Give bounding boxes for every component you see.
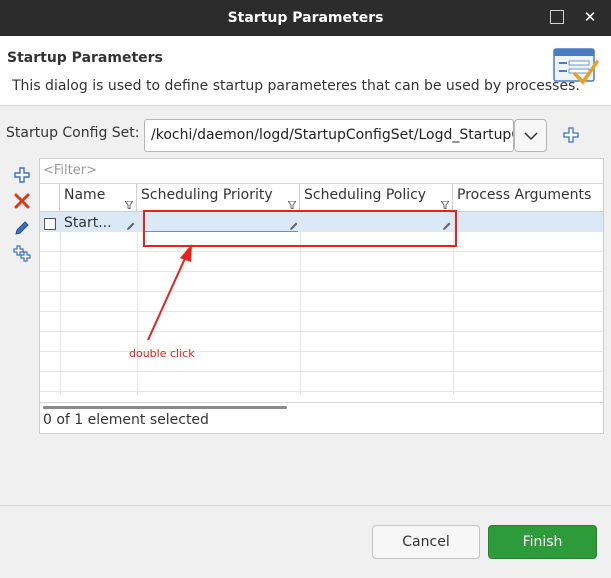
finish-button[interactable]: Finish xyxy=(488,525,597,559)
close-button[interactable]: ✕ xyxy=(580,6,600,28)
footer-divider xyxy=(0,505,611,506)
select-column-header xyxy=(40,184,60,212)
table-header: Name Scheduling Priority Scheduling Poli… xyxy=(40,184,603,212)
cell-process-arguments[interactable] xyxy=(455,213,601,232)
table-divider xyxy=(40,402,603,403)
header-description: This dialog is used to define startup pa… xyxy=(12,78,580,94)
delete-row-icon[interactable] xyxy=(13,192,31,210)
minimize-button[interactable] xyxy=(550,10,564,24)
add-row-icon[interactable] xyxy=(13,166,31,184)
column-header-label: Scheduling Policy xyxy=(304,187,427,203)
column-divider xyxy=(60,212,61,395)
header-title: Startup Parameters xyxy=(7,50,163,66)
filter-icon[interactable] xyxy=(441,201,449,209)
table-row-empty xyxy=(40,252,603,272)
table-row-empty xyxy=(40,292,603,312)
table-row-empty xyxy=(40,352,603,372)
annotation-text: double click xyxy=(129,347,195,360)
config-set-label: Startup Config Set: xyxy=(6,125,140,141)
chevron-down-icon xyxy=(523,131,538,140)
column-header-name[interactable]: Name xyxy=(60,184,137,212)
window-title: Startup Parameters xyxy=(227,10,384,26)
window-titlebar: Startup Parameters ✕ xyxy=(0,0,611,36)
filter-icon[interactable] xyxy=(288,201,296,209)
table-row-empty xyxy=(40,372,603,392)
edit-cell-icon[interactable] xyxy=(126,221,136,231)
column-header-label: Scheduling Priority xyxy=(141,187,273,203)
annotation-arrow-icon xyxy=(147,244,192,341)
column-header-scheduling-policy[interactable]: Scheduling Policy xyxy=(300,184,453,212)
table-row-empty xyxy=(40,332,603,352)
dialog-header: Startup Parameters This dialog is used t… xyxy=(0,36,611,106)
add-config-set-icon[interactable] xyxy=(563,127,579,143)
column-header-label: Name xyxy=(64,187,106,203)
config-set-dropdown-button[interactable] xyxy=(514,119,547,152)
settings-dialog-icon xyxy=(553,48,599,85)
column-divider xyxy=(137,212,138,395)
cancel-button[interactable]: Cancel xyxy=(372,525,480,559)
column-header-label: Process Arguments xyxy=(457,187,592,203)
column-header-process-arguments[interactable]: Process Arguments xyxy=(453,184,603,212)
row-checkbox[interactable] xyxy=(44,218,56,230)
table-row-empty xyxy=(40,312,603,332)
cell-name[interactable]: Start... xyxy=(64,215,112,231)
table-row-empty xyxy=(40,272,603,292)
column-header-scheduling-priority[interactable]: Scheduling Priority xyxy=(137,184,300,212)
horizontal-scrollbar[interactable] xyxy=(43,406,287,409)
filter-icon[interactable] xyxy=(125,201,133,209)
config-set-field[interactable]: /kochi/daemon/logd/StartupConfigSet/Logd… xyxy=(144,119,514,152)
parameters-table: <Filter> Name Scheduling Priority Schedu… xyxy=(39,158,604,434)
table-filter-input[interactable]: <Filter> xyxy=(40,159,603,184)
edit-row-icon[interactable] xyxy=(13,219,31,237)
duplicate-row-icon[interactable] xyxy=(13,245,31,263)
selection-status: 0 of 1 element selected xyxy=(43,412,209,428)
